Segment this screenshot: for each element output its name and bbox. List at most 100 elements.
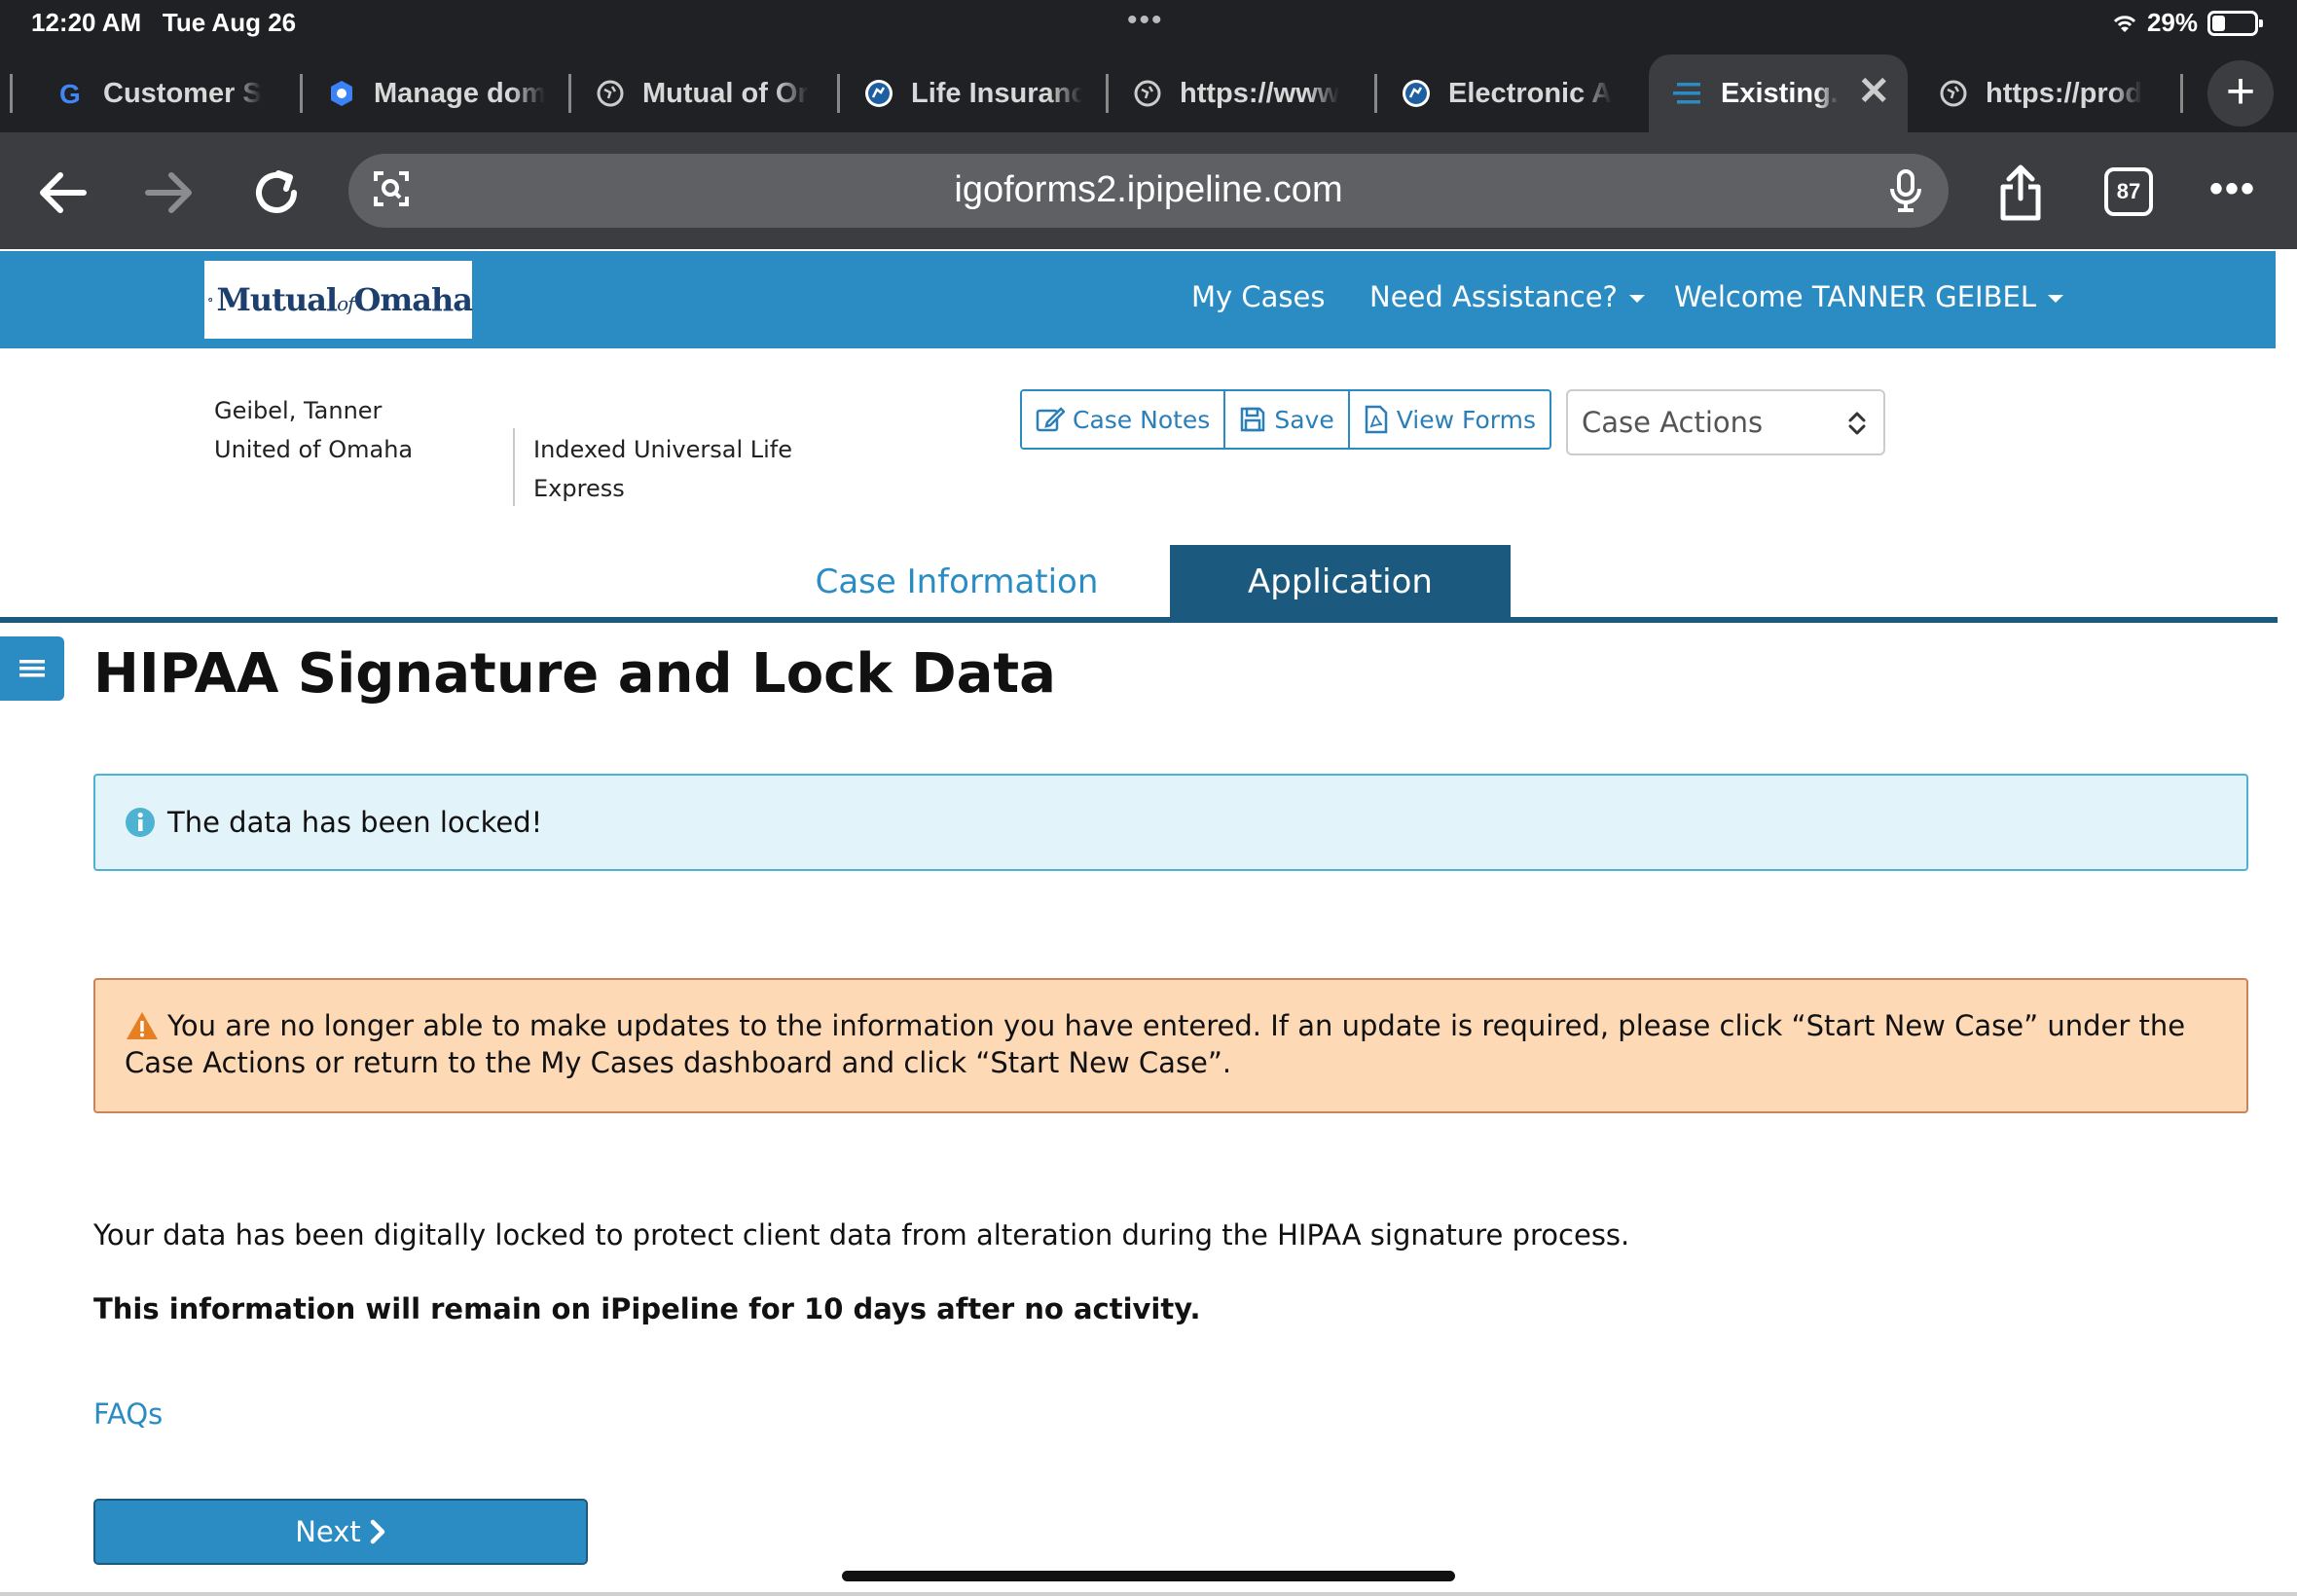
case-notes-label: Case Notes [1073,405,1211,434]
browser-tab-active[interactable]: Existing. ✕ [1649,54,1908,132]
pdf-file-icon [1365,405,1387,434]
site-header: MutualofOmaha My Cases Need Assistance? … [0,251,2276,348]
tab-label: https://prod [1986,77,2143,109]
welcome-label: Welcome [1674,280,1812,313]
info-alert: The data has been locked! [93,774,2248,871]
case-notes-button[interactable]: Case Notes [1022,391,1226,448]
info-alert-text: The data has been locked! [167,806,543,839]
product-variant: Express [533,475,625,502]
gear-badge-icon [325,77,358,110]
case-actions-label: Case Actions [1582,406,1764,439]
logo-wordmark: MutualofOmaha [216,281,473,318]
save-icon [1241,407,1265,432]
view-forms-button[interactable]: View Forms [1349,391,1550,448]
multitask-dots-icon[interactable]: ••• [1127,4,1164,37]
tab-separator [2180,74,2183,113]
divider [513,428,515,506]
select-updown-icon [1848,412,1866,435]
tab-separator [10,74,13,113]
battery-percent: 29% [2146,8,2198,37]
tab-label: Life Insuranc [911,77,1082,109]
google-icon: G [55,77,88,110]
browser-tab[interactable]: Life Insuranc [839,54,1082,132]
user-name: TANNER GEIBEL [1811,280,2036,313]
browser-toolbar: igoforms2.ipipeline.com 87 ••• [0,132,2297,249]
tab-underline [0,617,2278,623]
status-time: 12:20 AM Tue Aug 26 [31,8,297,37]
tab-label: Manage dom [374,77,545,109]
globe-icon [1131,77,1164,110]
tab-label: Mutual of Or [642,77,809,109]
product-name: Indexed Universal Life [533,436,793,463]
lion-icon [862,77,895,110]
tab-count-button[interactable]: 87 [2104,167,2153,216]
view-forms-label: View Forms [1396,405,1536,434]
lion-icon [1400,77,1433,110]
warning-alert-text: You are no longer able to make updates t… [125,1009,2186,1079]
browser-tab[interactable]: G Customer S [31,54,274,132]
lion-logo-icon [208,297,213,303]
need-assistance-dropdown[interactable]: Need Assistance? [1369,280,1645,313]
edit-icon [1036,407,1065,432]
tab-label: Electronic A [1448,77,1613,109]
retention-notice: This information will remain on iPipelin… [93,1292,1201,1325]
tab-strip: G Customer S Manage dom Mutual of Or Lif… [0,54,2297,132]
page-bottom-border [0,1592,2297,1596]
next-label: Next [295,1515,361,1548]
microphone-icon[interactable] [1884,167,1927,218]
tab-application[interactable]: Application [1170,545,1511,619]
browser-tab[interactable]: Manage dom [302,54,545,132]
chevron-right-icon [370,1519,385,1544]
company-logo[interactable]: MutualofOmaha [204,261,473,339]
globe-icon [594,77,627,110]
arrow-left-icon [40,172,87,213]
url-text: igoforms2.ipipeline.com [954,169,1343,210]
tab-label: Customer S [103,77,262,109]
browser-tab[interactable]: https://www [1108,54,1351,132]
more-options-icon[interactable]: ••• [2209,167,2256,211]
arrow-right-icon [145,172,192,213]
menu-lines-icon [1672,77,1705,110]
wifi-icon [2113,15,2136,32]
caret-down-icon [2047,295,2063,303]
browser-chrome: 12:20 AM Tue Aug 26 ••• 29% G Customer S… [0,0,2297,132]
tab-case-information[interactable]: Case Information [786,545,1127,619]
case-button-group: Case Notes Save View Forms [1020,389,1551,450]
browser-tab[interactable]: Electronic A [1376,54,1620,132]
back-button[interactable] [23,154,101,232]
sidebar-toggle-button[interactable] [0,636,64,701]
info-circle-icon [126,808,155,837]
case-actions-select[interactable]: Case Actions [1566,389,1885,455]
forward-button[interactable] [130,154,208,232]
locked-description: Your data has been digitally locked to p… [93,1218,1630,1251]
caret-down-icon [1628,295,1645,303]
new-tab-button[interactable]: + [2207,60,2274,127]
save-button[interactable]: Save [1225,391,1350,448]
address-bar[interactable]: igoforms2.ipipeline.com [348,154,1949,228]
battery-icon [2207,10,2263,36]
browser-tab[interactable]: https://prod [1914,54,2157,132]
status-indicators: 29% [2112,8,2263,38]
need-assistance-label: Need Assistance? [1369,280,1618,313]
warning-alert: You are no longer able to make updates t… [93,978,2248,1113]
tab-label: https://www [1180,77,1340,109]
my-cases-link[interactable]: My Cases [1191,280,1325,313]
page-title: HIPAA Signature and Lock Data [93,642,1056,706]
browser-tab[interactable]: Mutual of Or [570,54,814,132]
close-tab-icon[interactable]: ✕ [1857,72,1890,111]
reload-icon [256,170,297,213]
hamburger-icon [19,660,45,677]
next-button[interactable]: Next [93,1499,588,1565]
home-indicator[interactable] [842,1571,1455,1581]
screen: 12:20 AM Tue Aug 26 ••• 29% G Customer S… [0,0,2297,1596]
user-menu-dropdown[interactable]: Welcome TANNER GEIBEL [1674,280,2063,313]
warning-triangle-icon [127,1012,158,1039]
share-button[interactable] [1982,154,2060,232]
svg-text:G: G [59,79,81,108]
tab-label: Existing. [1721,77,1839,109]
faqs-link[interactable]: FAQs [93,1397,163,1431]
reload-button[interactable] [237,154,315,232]
globe-icon [1937,77,1970,110]
company-name: United of Omaha [214,436,414,463]
save-label: Save [1274,405,1334,434]
